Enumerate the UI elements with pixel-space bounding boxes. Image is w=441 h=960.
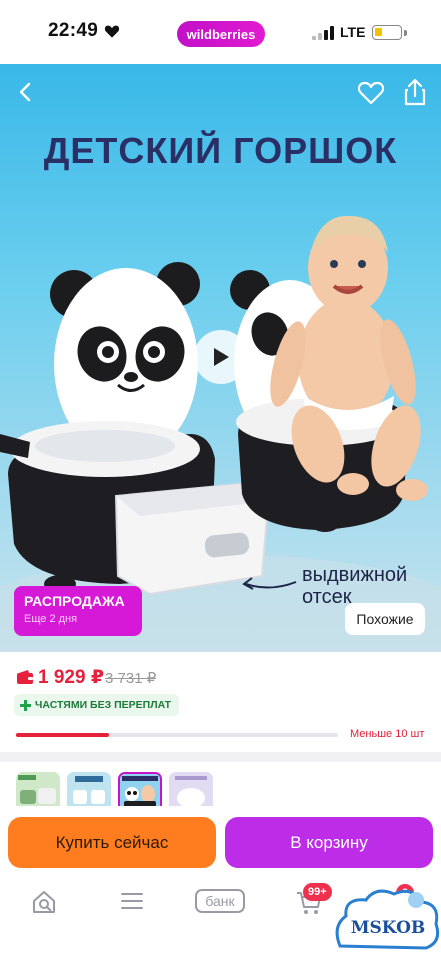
installment-badge[interactable]: ЧАСТЯМИ БЕЗ ПЕРЕПЛАТ: [14, 694, 180, 716]
watermark-text: MSKOB: [350, 918, 426, 938]
cart-count: 99+: [308, 886, 327, 898]
signal-icon: [312, 26, 334, 40]
catalog-menu-icon[interactable]: [120, 891, 144, 911]
installment-label: ЧАСТЯМИ БЕЗ ПЕРЕПЛАТ: [35, 699, 172, 711]
add-to-cart-label: В корзину: [290, 832, 368, 852]
sale-badge-title: РАСПРОДАЖА: [24, 593, 125, 609]
battery-icon: [372, 25, 402, 40]
buy-now-button[interactable]: Купить сейчас: [8, 817, 216, 868]
home-search-icon[interactable]: [31, 889, 57, 915]
network-type: LTE: [340, 24, 366, 40]
stock-progress-fill: [16, 733, 110, 737]
old-price: 3 731 ₽: [105, 670, 157, 687]
stock-progress-bar: [16, 733, 338, 737]
wallet-icon: [17, 670, 33, 684]
buy-now-label: Купить сейчас: [55, 832, 169, 852]
brand-logo[interactable]: wildberries: [177, 21, 265, 47]
hero-caption: выдвижной отсек: [302, 564, 407, 608]
battery-tip: [404, 30, 407, 36]
similar-products-button[interactable]: Похожие: [345, 603, 425, 635]
brand-logo-text: wildberries: [186, 26, 256, 42]
favorite-heart-icon[interactable]: [358, 81, 384, 105]
similar-products-label: Похожие: [356, 611, 414, 627]
heart-status-icon: [104, 25, 120, 38]
plus-icon: [20, 699, 31, 711]
play-icon: [214, 348, 229, 366]
status-bar: 22:49 wildberries LTE: [0, 0, 441, 64]
status-time: 22:49: [48, 20, 99, 41]
panda-potty-with-baby: [230, 215, 428, 532]
thumbnail-image: [120, 774, 160, 810]
stock-label: Меньше 10 шт: [350, 728, 425, 740]
back-arrow-icon[interactable]: [14, 80, 38, 104]
play-video-button[interactable]: [194, 330, 248, 384]
sale-badge-subtitle: Еще 2 дня: [24, 613, 78, 625]
share-icon[interactable]: [404, 78, 426, 106]
section-divider: [0, 752, 441, 762]
product-image[interactable]: ДЕТСКИЙ ГОРШОК выдвижной отсек РАСПРОДАЖ…: [0, 64, 441, 652]
hero-title: ДЕТСКИЙ ГОРШОК: [43, 130, 398, 171]
bank-nav-item[interactable]: банк: [195, 889, 245, 913]
bank-label: банк: [205, 893, 235, 909]
current-price: 1 929 ₽: [38, 667, 105, 688]
add-to-cart-button[interactable]: В корзину: [225, 817, 433, 868]
battery-level: [375, 28, 382, 36]
cart-count-badge: 99+: [303, 883, 332, 901]
sale-badge[interactable]: РАСПРОДАЖА Еще 2 дня: [14, 586, 142, 636]
panda-potty-front: [0, 262, 270, 596]
hero-caption-line1: выдвижной: [302, 564, 408, 586]
